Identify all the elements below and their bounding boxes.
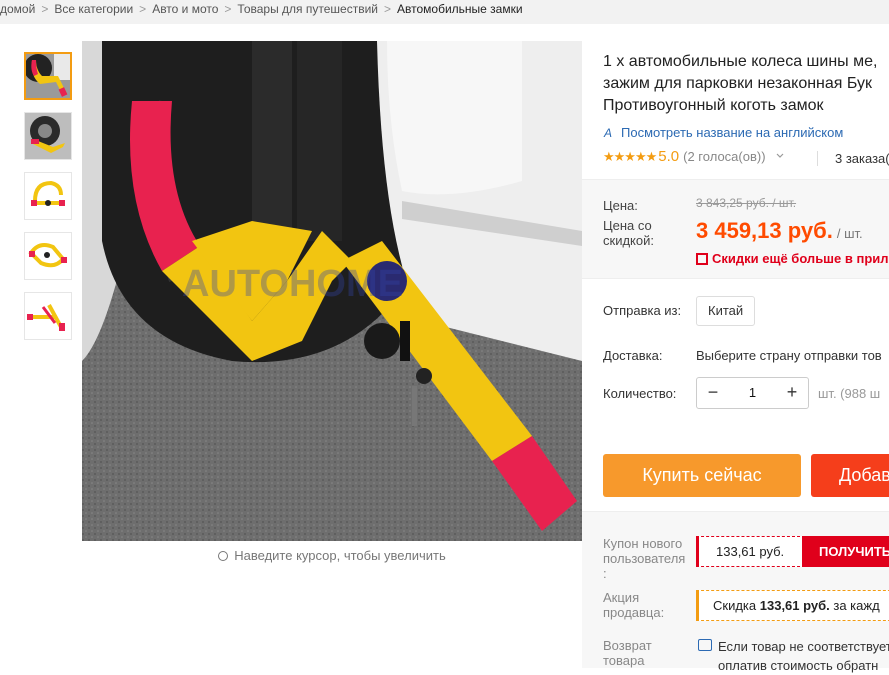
orders-count: 3 заказа( bbox=[817, 151, 889, 166]
new-user-coupon-label-line-2: пользователя bbox=[603, 551, 686, 566]
zoom-hint: Наведите курсор, чтобы увеличить bbox=[82, 548, 582, 563]
new-user-coupon-label: Купон нового пользователя : bbox=[603, 536, 685, 581]
app-discount-link[interactable]: Скидки ещё больше в прил bbox=[696, 251, 889, 266]
discount-price: 3 459,13 руб. / шт. bbox=[696, 218, 863, 244]
return-label-line-1: Возврат bbox=[603, 638, 652, 653]
breadcrumb-all-categories[interactable]: Все категории bbox=[54, 2, 133, 16]
return-label: Возврат товара bbox=[603, 638, 652, 668]
delivery-label: Доставка: bbox=[603, 348, 663, 363]
thumbnail-4[interactable] bbox=[24, 232, 72, 280]
thumbnail-list bbox=[24, 52, 72, 352]
old-price: 3 843,25 руб. / шт. bbox=[696, 196, 797, 210]
new-user-coupon-label-line-3: : bbox=[603, 566, 607, 581]
discount-price-label: Цена со скидкой: bbox=[603, 218, 654, 248]
breadcrumb-home[interactable]: домой bbox=[0, 2, 35, 16]
product-title-line-1: 1 х автомобильные колеса шины ме, bbox=[603, 53, 878, 70]
breadcrumb-current: Автомобильные замки bbox=[397, 2, 523, 16]
price-per-unit: / шт. bbox=[836, 226, 863, 241]
chevron-down-icon[interactable] bbox=[775, 151, 785, 161]
product-info-panel: 1 х автомобильные колеса шины ме, зажим … bbox=[582, 41, 889, 673]
quantity-input[interactable]: 1 bbox=[725, 378, 780, 408]
price-section: Цена: 3 843,25 руб. / шт. Цена со скидко… bbox=[582, 179, 889, 279]
ship-from-option[interactable]: Китай bbox=[696, 296, 756, 326]
zoom-hint-text: Наведите курсор, чтобы увеличить bbox=[234, 548, 446, 563]
shipping-section: Отправка из: Китай Доставка: Выберите ст… bbox=[582, 279, 889, 439]
seller-promo-suffix: за кажд bbox=[829, 598, 880, 613]
quantity-increase-button[interactable]: + bbox=[778, 378, 806, 408]
translate-icon: A bbox=[604, 126, 613, 140]
return-policy-text: Если товар не соответствует оплатив стои… bbox=[718, 637, 889, 675]
watermark: AUTOHOME bbox=[182, 263, 403, 305]
quantity-stepper: − 1 + bbox=[696, 377, 809, 409]
delivery-value[interactable]: Выберите страну отправки тов bbox=[696, 348, 882, 363]
rating-votes[interactable]: (2 голоса(ов)) bbox=[683, 149, 765, 164]
breadcrumb: домой > Все категории > Авто и мото > Товары д… bbox=[0, 0, 889, 24]
price-label: Цена: bbox=[603, 198, 638, 213]
quantity-label: Количество: bbox=[603, 386, 677, 401]
product-title-line-2: зажим для парковки незаконная Бук bbox=[603, 75, 873, 92]
thumbnail-2[interactable] bbox=[24, 112, 72, 160]
translate-link[interactable]: A Посмотреть название на английском bbox=[603, 125, 843, 141]
new-user-coupon-label-line-1: Купон нового bbox=[603, 536, 683, 551]
thumbnail-3[interactable] bbox=[24, 172, 72, 220]
breadcrumb-separator: > bbox=[224, 2, 232, 16]
return-policy-line-1: Если товар не соответствует bbox=[718, 639, 889, 654]
app-discount-text[interactable]: Скидки ещё больше в прил bbox=[712, 251, 889, 266]
add-to-cart-button[interactable]: Добав bbox=[811, 454, 889, 497]
seller-promo-label-line-1: Акция bbox=[603, 590, 640, 605]
breadcrumb-travel-goods[interactable]: Товары для путешествий bbox=[237, 2, 378, 16]
discount-price-label-line-1: Цена со bbox=[603, 218, 652, 233]
quantity-decrease-button[interactable]: − bbox=[699, 378, 727, 408]
coupons-section: Купон нового пользователя : 133,61 руб. … bbox=[582, 511, 889, 673]
seller-promo-label: Акция продавца: bbox=[603, 590, 664, 620]
discount-price-value: 3 459,13 руб. bbox=[696, 218, 833, 243]
breadcrumb-auto-moto[interactable]: Авто и мото bbox=[152, 2, 218, 16]
star-rating-icon: ★★★★★ bbox=[603, 149, 657, 164]
new-user-coupon: 133,61 руб. ПОЛУЧИТЬ bbox=[696, 536, 889, 567]
breadcrumb-separator: > bbox=[139, 2, 147, 16]
translate-link-text[interactable]: Посмотреть название на английском bbox=[621, 125, 843, 140]
discount-price-label-line-2: скидкой: bbox=[603, 233, 654, 248]
return-label-line-2: товара bbox=[603, 653, 645, 668]
magnifier-icon bbox=[218, 551, 229, 561]
main-product-image[interactable]: AUTOHOME bbox=[82, 41, 582, 541]
wheel-clamp-photo: AUTOHOME bbox=[82, 41, 582, 541]
thumbnail-1[interactable] bbox=[24, 52, 72, 100]
thumbnail-5[interactable] bbox=[24, 292, 72, 340]
return-policy-line-2: оплатив стоимость обратн bbox=[718, 658, 879, 673]
rating-block: ★★★★★ 5.0 (2 голоса(ов)) bbox=[603, 148, 785, 165]
breadcrumb-separator: > bbox=[41, 2, 49, 16]
seller-promo-prefix: Скидка bbox=[713, 598, 760, 613]
stock-note: шт. (988 ш bbox=[818, 386, 881, 401]
breadcrumb-separator: > bbox=[383, 2, 391, 16]
seller-promo-label-line-2: продавца: bbox=[603, 605, 665, 620]
seller-promo-amount: 133,61 руб. bbox=[759, 598, 830, 613]
rating-score: 5.0 bbox=[658, 148, 680, 165]
product-title: 1 х автомобильные колеса шины ме, зажим … bbox=[603, 51, 889, 117]
qr-code-icon bbox=[696, 253, 708, 265]
product-title-line-3: Противоугонный коготь замок bbox=[603, 97, 824, 114]
get-coupon-button[interactable]: ПОЛУЧИТЬ bbox=[802, 536, 889, 567]
ship-from-label: Отправка из: bbox=[603, 303, 682, 318]
coupon-amount: 133,61 руб. bbox=[716, 544, 785, 559]
return-icon bbox=[698, 639, 712, 651]
seller-promo[interactable]: Скидка 133,61 руб. за кажд bbox=[696, 590, 889, 621]
buy-now-button[interactable]: Купить сейчас bbox=[603, 454, 801, 497]
